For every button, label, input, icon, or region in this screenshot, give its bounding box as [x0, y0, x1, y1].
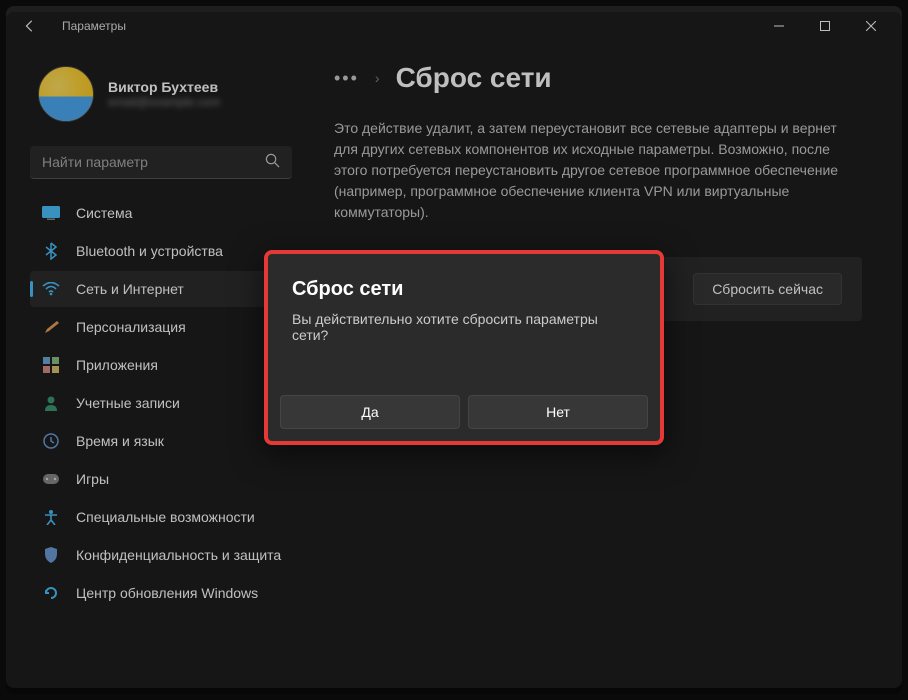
dialog-message: Вы действительно хотите сбросить парамет…	[276, 311, 652, 395]
no-button[interactable]: Нет	[468, 395, 648, 429]
yes-button[interactable]: Да	[280, 395, 460, 429]
dialog-buttons: Да Нет	[276, 395, 652, 429]
dialog-title: Сброс сети	[276, 278, 652, 311]
confirm-dialog: Сброс сети Вы действительно хотите сброс…	[264, 250, 664, 445]
